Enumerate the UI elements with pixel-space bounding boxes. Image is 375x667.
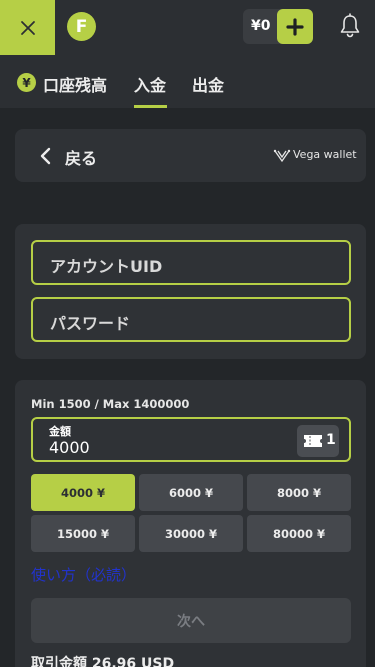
password-placeholder: パスワード <box>50 314 131 333</box>
preset-amount-button[interactable]: 6000 ¥ <box>139 474 243 511</box>
preset-amount-button[interactable]: 15000 ¥ <box>31 515 135 552</box>
ticket-button[interactable]: 1 <box>297 425 339 457</box>
balance-amount: ¥0 <box>251 18 271 34</box>
close-icon <box>20 20 35 35</box>
plus-icon <box>286 17 304 36</box>
ticket-count: 1 <box>326 432 336 448</box>
chevron-left-icon[interactable] <box>39 147 53 165</box>
preset-amount-button[interactable]: 80000 ¥ <box>247 515 351 552</box>
preset-amount-button[interactable]: 30000 ¥ <box>139 515 243 552</box>
top-header: F ¥0 <box>0 0 375 55</box>
preset-amount-button[interactable]: 8000 ¥ <box>247 474 351 511</box>
preset-amount-button[interactable]: 4000 ¥ <box>31 474 135 511</box>
tab-deposit[interactable]: 入金 <box>134 72 166 96</box>
transaction-total: 取引金額 26.96 USD <box>31 656 175 667</box>
amount-value: 4000 <box>49 438 90 457</box>
add-funds-button[interactable] <box>277 9 313 44</box>
password-field[interactable]: パスワード <box>31 297 351 342</box>
active-tab-indicator <box>134 105 167 108</box>
account-uid-field[interactable]: アカウントUID <box>31 240 351 285</box>
howto-link[interactable]: 使い方（必読） <box>31 564 136 585</box>
bell-icon[interactable] <box>338 13 362 39</box>
brand-logo: F <box>67 12 96 41</box>
wallet-name: Vega wallet <box>293 148 357 161</box>
yen-icon: ¥ <box>17 73 36 92</box>
amount-limits: Min 1500 / Max 1400000 <box>31 397 190 411</box>
balance-display[interactable]: ¥0 <box>243 9 313 44</box>
close-button[interactable] <box>0 0 55 55</box>
back-card: 戻る Vega wallet <box>15 129 366 182</box>
amount-label: 金額 <box>49 425 71 438</box>
account-uid-placeholder: アカウントUID <box>50 257 163 276</box>
account-card: アカウントUID パスワード <box>15 224 366 359</box>
amount-card: Min 1500 / Max 1400000 金額 4000 1 4000 ¥ … <box>15 380 366 667</box>
ticket-icon <box>304 435 322 447</box>
tab-withdraw[interactable]: 出金 <box>192 72 224 96</box>
back-button[interactable]: 戻る <box>65 145 97 169</box>
amount-input[interactable]: 金額 4000 1 <box>31 417 351 462</box>
tab-balance[interactable]: 口座残高 <box>43 72 107 96</box>
vega-wallet-logo-icon <box>273 149 291 163</box>
next-button[interactable]: 次へ <box>31 598 351 643</box>
